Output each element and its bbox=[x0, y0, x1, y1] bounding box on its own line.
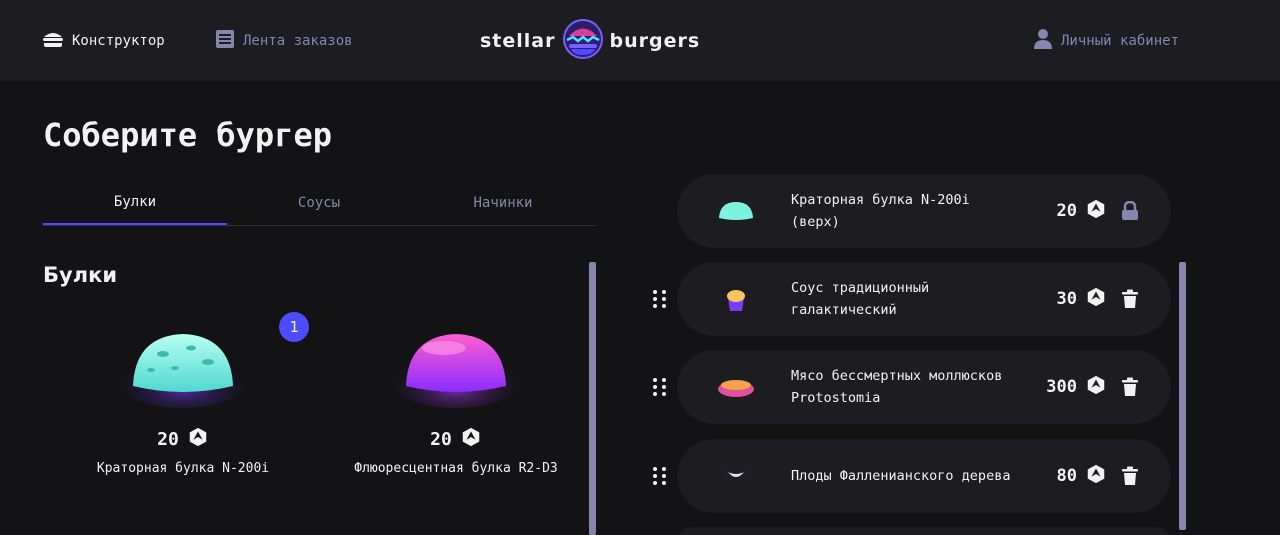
currency-icon bbox=[460, 426, 482, 453]
lock-icon bbox=[1119, 200, 1141, 222]
trash-icon[interactable] bbox=[1119, 376, 1141, 398]
constructor-scrollbar[interactable] bbox=[1179, 262, 1186, 530]
nav-profile[interactable]: Личный кабинет bbox=[1033, 28, 1179, 54]
trash-icon[interactable] bbox=[1119, 288, 1141, 310]
nav-constructor-label: Конструктор bbox=[72, 33, 165, 49]
nav-constructor[interactable]: Конструктор bbox=[42, 28, 165, 54]
constructor-item-name: Краторная булка N-200i (верх) bbox=[791, 192, 970, 230]
tab-sauces[interactable]: Соусы bbox=[227, 180, 411, 225]
ingredient-tabs: Булки Соусы Начинки bbox=[43, 180, 596, 226]
constructor-item-name: Соус традиционный галактический bbox=[791, 280, 930, 318]
drag-handle-icon[interactable] bbox=[650, 288, 668, 310]
user-icon bbox=[1033, 28, 1053, 54]
logo[interactable]: stellar burgers bbox=[480, 18, 701, 64]
constructor-item-price: 20 bbox=[1057, 198, 1107, 225]
constructor-item-name: Плоды Фалленианского дерева bbox=[791, 468, 1011, 484]
constructor-item-price: 30 bbox=[1057, 286, 1107, 313]
price-value: 300 bbox=[1046, 377, 1077, 397]
nav-order-feed[interactable]: Лента заказов bbox=[215, 28, 353, 54]
ingredient-price: 20 bbox=[157, 426, 209, 453]
list-icon bbox=[215, 29, 235, 53]
price-value: 80 bbox=[1056, 466, 1077, 486]
constructor-item-price: 300 bbox=[1046, 374, 1107, 401]
constructor-item: Мясо бессмертных моллюсков Protostomia 3… bbox=[677, 350, 1171, 424]
trash-icon[interactable] bbox=[1119, 465, 1141, 487]
fruit-thumb bbox=[711, 456, 761, 496]
constructor-item-name: Мясо бессмертных моллюсков Protostomia bbox=[791, 368, 1003, 406]
currency-icon bbox=[1085, 286, 1107, 313]
ingredients-scrollbar[interactable] bbox=[589, 262, 596, 535]
constructor-item-partial bbox=[677, 527, 1171, 535]
price-value: 20 bbox=[157, 429, 179, 450]
sauce-thumb bbox=[711, 279, 761, 319]
logo-text-left: stellar bbox=[480, 30, 556, 52]
tab-fillings[interactable]: Начинки bbox=[411, 180, 595, 225]
price-value: 20 bbox=[1056, 201, 1077, 221]
nav-feed-label: Лента заказов bbox=[243, 33, 353, 49]
nav-profile-label: Личный кабинет bbox=[1061, 33, 1180, 49]
constructor-item-price: 80 bbox=[1057, 463, 1107, 490]
constructor-bun-top: Краторная булка N-200i (верх) 20 bbox=[677, 174, 1171, 248]
price-value: 30 bbox=[1056, 289, 1077, 309]
burger-logo-icon bbox=[562, 18, 604, 64]
ingredient-name: Флюоресцентная булка R2-D3 bbox=[354, 461, 558, 476]
constructor-item: Плоды Фалленианского дерева 80 bbox=[677, 439, 1171, 513]
ingredient-card[interactable]: 20 Флюоресцентная булка R2-D3 bbox=[336, 318, 576, 518]
ingredient-card[interactable]: 20 Краторная булка N-200i bbox=[63, 318, 303, 518]
ingredient-counter: 1 bbox=[279, 312, 309, 342]
ingredient-price: 20 bbox=[430, 426, 482, 453]
logo-text-right: burgers bbox=[609, 30, 701, 52]
currency-icon bbox=[187, 426, 209, 453]
drag-handle-icon[interactable] bbox=[650, 376, 668, 398]
meat-thumb bbox=[711, 367, 761, 407]
page-title: Соберите бургер bbox=[43, 116, 332, 154]
crater-bun-thumb bbox=[711, 191, 761, 231]
burger-icon bbox=[42, 29, 64, 53]
app-header: Конструктор Лента заказов stellar burger… bbox=[0, 0, 1280, 81]
constructor-item: Соус традиционный галактический 30 bbox=[677, 262, 1171, 336]
currency-icon bbox=[1085, 198, 1107, 225]
section-title: Булки bbox=[43, 263, 118, 287]
drag-handle-icon[interactable] bbox=[650, 465, 668, 487]
currency-icon bbox=[1085, 463, 1107, 490]
crater-bun-image bbox=[113, 318, 253, 410]
price-value: 20 bbox=[430, 429, 452, 450]
currency-icon bbox=[1085, 374, 1107, 401]
ingredient-name: Краторная булка N-200i bbox=[96, 461, 270, 476]
tab-buns[interactable]: Булки bbox=[43, 180, 227, 225]
fluorescent-bun-image bbox=[386, 318, 526, 410]
